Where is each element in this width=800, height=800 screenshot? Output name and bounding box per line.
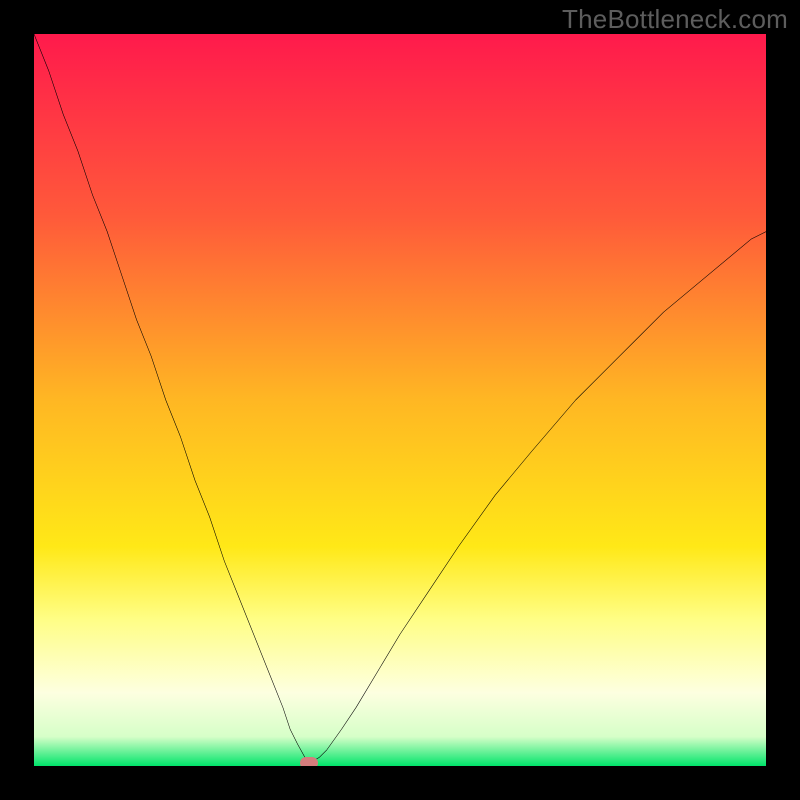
plot-area: [34, 34, 766, 766]
watermark-text: TheBottleneck.com: [562, 4, 788, 35]
chart-frame: TheBottleneck.com: [0, 0, 800, 800]
optimal-point-marker: [300, 757, 318, 766]
bottleneck-curve: [34, 34, 766, 766]
